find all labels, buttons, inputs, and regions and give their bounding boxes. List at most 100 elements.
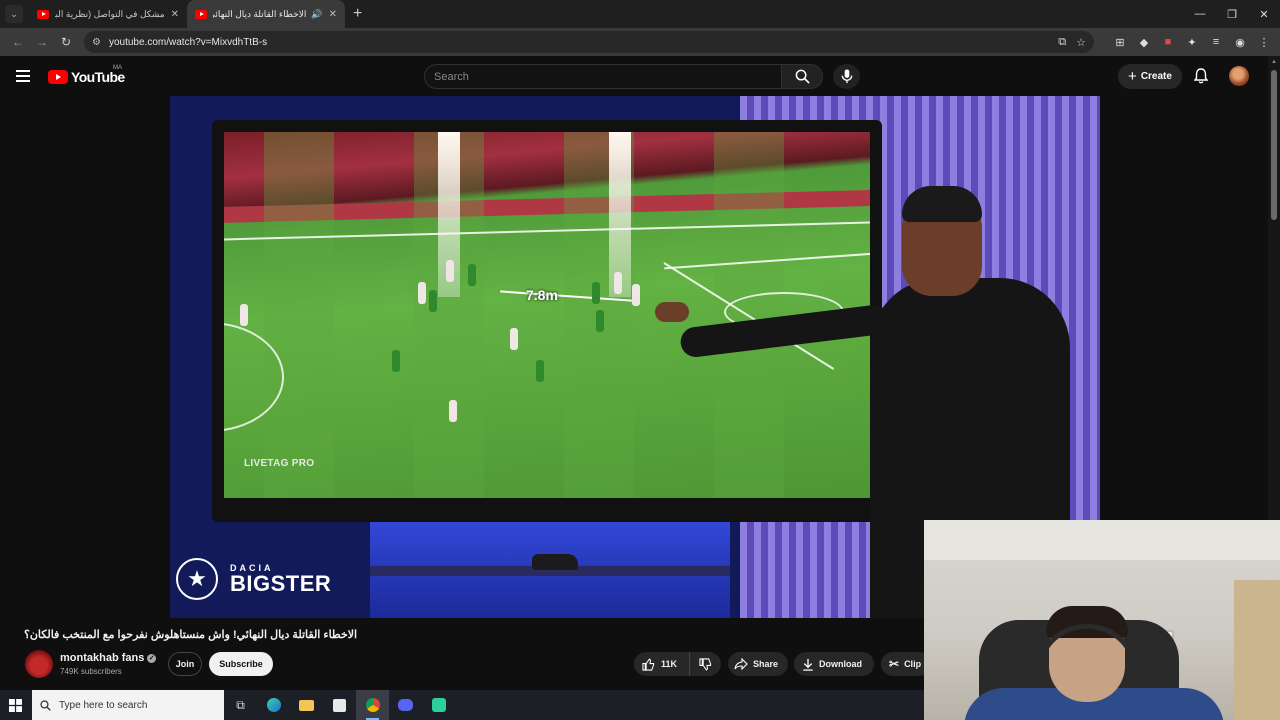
edge-browser-icon[interactable] [257, 690, 290, 720]
bookmark-star-icon[interactable]: ☆ [1076, 36, 1086, 49]
file-explorer-icon[interactable] [290, 690, 323, 720]
menu-hamburger-icon[interactable] [16, 70, 30, 82]
verified-check-icon: ✓ [147, 654, 157, 663]
notifications-bell-icon[interactable] [1190, 66, 1212, 86]
player [614, 272, 622, 294]
player [596, 310, 604, 332]
scrollbar-thumb[interactable] [1271, 70, 1277, 220]
player [592, 282, 600, 304]
federation-crest-icon: ★ [176, 558, 218, 600]
thumbs-down-icon [699, 657, 712, 671]
search-icon [795, 69, 810, 84]
close-icon[interactable]: ✕ [329, 9, 337, 20]
create-button[interactable]: + Create [1118, 64, 1182, 89]
install-app-icon[interactable]: ⧉ [1058, 36, 1066, 49]
pitch-stripe [264, 132, 334, 498]
presenter-hair [902, 186, 982, 222]
join-button[interactable]: Join [168, 652, 202, 676]
browser-tab-1[interactable]: مشكل في التواصل (نظرية البراك... ✕ [29, 0, 187, 28]
scissors-icon: ✂ [889, 657, 900, 671]
close-window-icon[interactable]: ✕ [1248, 0, 1280, 28]
url-text: youtube.com/watch?v=MixvdhTtB-s [108, 36, 268, 48]
scroll-up-icon[interactable]: ▲ [1271, 59, 1277, 65]
download-label: Download [819, 659, 862, 669]
taskbar-search-input[interactable]: Type here to search [32, 690, 224, 720]
discord-icon[interactable] [389, 690, 422, 720]
red-extension-icon[interactable]: ■ [1156, 36, 1180, 48]
youtube-favicon-icon [195, 9, 207, 19]
download-icon [803, 658, 813, 671]
plus-icon: + [1128, 68, 1137, 85]
player [468, 264, 476, 286]
create-label: Create [1140, 71, 1172, 82]
presenter-hand [655, 302, 689, 322]
distance-label: 7.8m [526, 287, 558, 303]
download-button[interactable]: Download [794, 652, 874, 676]
account-avatar[interactable] [1229, 66, 1249, 86]
match-footage: 7.8m LIVETAG PRO [224, 132, 870, 498]
microsoft-store-icon[interactable] [323, 690, 356, 720]
tab-title: الاخطاء القاتلة ديال النهائي! و... [213, 8, 307, 19]
microphone-icon [841, 69, 852, 84]
new-tab-icon[interactable]: + [353, 5, 362, 23]
tab-title: مشكل في التواصل (نظرية البراك... [55, 8, 165, 19]
channel-name-text: montakhab fans [60, 652, 145, 664]
tab-search-icon[interactable]: ⌄ [5, 5, 23, 23]
player [392, 350, 400, 372]
channel-avatar[interactable] [25, 650, 53, 678]
taskbar-search-placeholder: Type here to search [59, 699, 148, 711]
task-view-icon[interactable]: ⧉ [224, 690, 257, 720]
share-icon [734, 658, 748, 670]
forward-icon[interactable]: → [30, 35, 54, 49]
livetag-watermark: LIVETAG PRO [244, 458, 315, 469]
speaker-icon[interactable]: 🔊 [311, 9, 322, 20]
like-count: 11K [661, 659, 678, 669]
extensions-area: ⊞ ◆ ■ ✦ ≡ ◉ ⋮ [1108, 36, 1276, 49]
search-input[interactable]: Search [424, 64, 782, 89]
webcam-ceiling [924, 520, 1280, 560]
subscriber-count: 749K subscribers [60, 667, 122, 676]
window-controls: — ❐ ✕ [1184, 0, 1280, 28]
windows-taskbar: Type here to search ⧉ [0, 690, 924, 720]
minimize-icon[interactable]: — [1184, 0, 1216, 28]
channel-name[interactable]: montakhab fans ✓ [60, 652, 157, 664]
country-code: MA [113, 65, 122, 71]
address-bar[interactable]: ⚙ youtube.com/watch?v=MixvdhTtB-s ⧉ ☆ [84, 31, 1094, 53]
thumbs-up-icon [642, 657, 655, 671]
video-title: الاخطاء القاتلة ديال النهائي! واش منستاه… [24, 629, 358, 641]
player [429, 290, 437, 312]
close-icon[interactable]: ✕ [171, 9, 179, 20]
webcam-door [1234, 580, 1280, 720]
search-button[interactable] [781, 64, 823, 89]
translate-extension-icon[interactable]: ⊞ [1108, 36, 1132, 49]
diamond-extension-icon[interactable]: ◆ [1132, 36, 1156, 49]
share-button[interactable]: Share [728, 652, 788, 676]
windows-start-icon[interactable] [0, 690, 30, 720]
youtube-favicon-icon [37, 9, 49, 19]
profile-icon[interactable]: ◉ [1228, 36, 1252, 49]
youtube-logo[interactable]: YouTube MA [48, 65, 125, 85]
obs-app-icon[interactable] [422, 690, 455, 720]
player [240, 304, 248, 326]
subscribe-button[interactable]: Subscribe [209, 652, 273, 676]
site-info-icon[interactable]: ⚙ [92, 37, 101, 48]
chrome-browser-icon[interactable] [356, 690, 389, 720]
player [632, 284, 640, 306]
dislike-button[interactable] [690, 652, 721, 676]
extensions-puzzle-icon[interactable]: ✦ [1180, 36, 1204, 49]
youtube-header: YouTube MA Search + Create [0, 56, 1268, 96]
browser-menu-icon[interactable]: ⋮ [1252, 36, 1276, 49]
browser-tab-2[interactable]: الاخطاء القاتلة ديال النهائي! و... 🔊 ✕ [187, 0, 345, 28]
player [449, 400, 457, 422]
like-button[interactable]: 11K [634, 652, 690, 676]
back-icon[interactable]: ← [6, 35, 30, 49]
restore-icon[interactable]: ❐ [1216, 0, 1248, 28]
reload-icon[interactable]: ↻ [54, 35, 78, 49]
voice-search-button[interactable] [833, 64, 860, 89]
like-dislike-bar: 11K [634, 652, 721, 676]
player [418, 282, 426, 304]
car-model [532, 554, 578, 570]
clip-label: Clip [904, 659, 922, 669]
sponsor-logo: ★ DACIA BIGSTER [176, 558, 331, 600]
reading-list-icon[interactable]: ≡ [1204, 36, 1228, 48]
